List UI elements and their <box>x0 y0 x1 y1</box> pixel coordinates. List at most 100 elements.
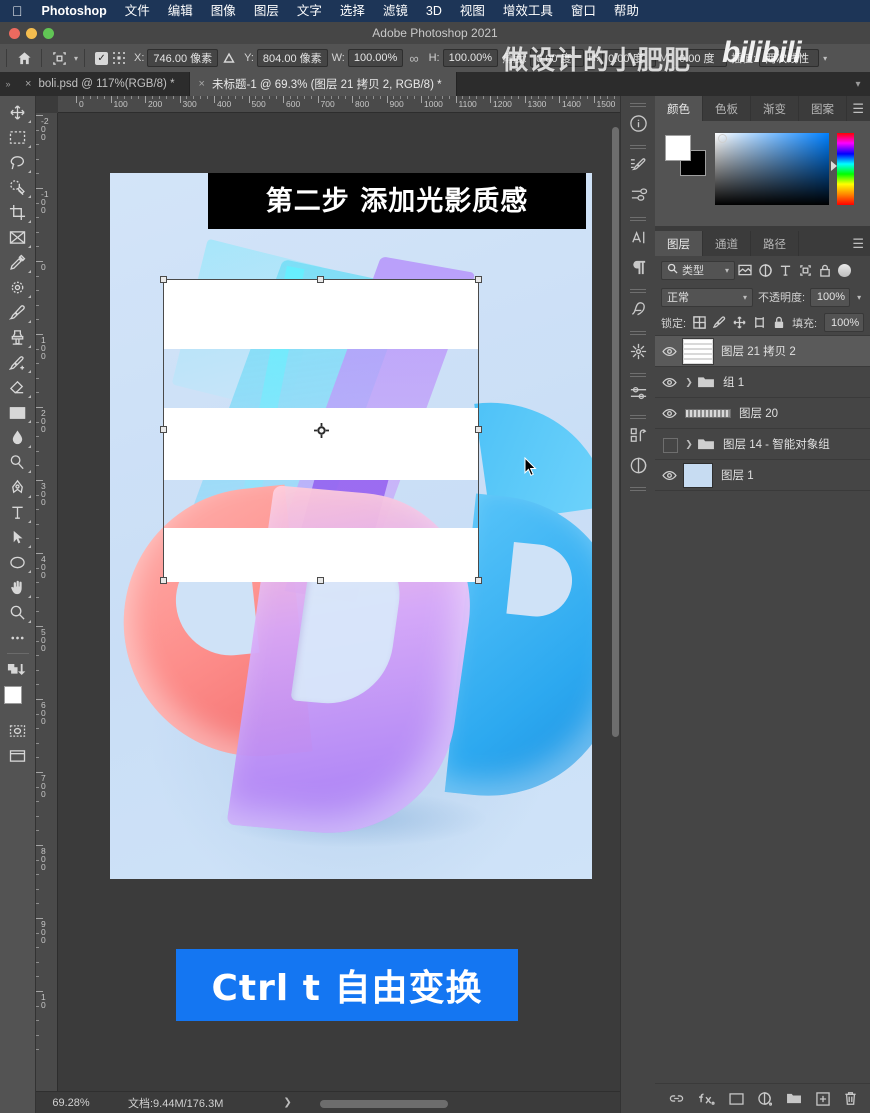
eyedropper-tool[interactable] <box>3 250 33 275</box>
layer-thumbnail[interactable] <box>683 462 713 488</box>
color-swatches[interactable] <box>3 686 33 718</box>
tab-gradients[interactable]: 渐变 <box>751 96 799 121</box>
close-icon[interactable]: × <box>199 78 205 90</box>
transform-handle-middle-right[interactable] <box>475 426 482 433</box>
filter-smartobject-icon[interactable] <box>815 260 835 280</box>
layer-visibility-toggle[interactable] <box>655 367 683 398</box>
tab-overflow-left-icon[interactable]: » <box>0 72 16 96</box>
properties-panel-icon[interactable] <box>622 450 655 480</box>
lock-artboard-nesting-icon[interactable] <box>753 316 766 329</box>
menu-item-view[interactable]: 视图 <box>451 0 494 22</box>
layer-thumbnail[interactable] <box>685 408 731 418</box>
brush-tool[interactable] <box>3 300 33 325</box>
tab-overflow-right-icon[interactable]: ▾ <box>846 72 870 96</box>
tab-paths[interactable]: 路径 <box>751 231 799 256</box>
foreground-color-swatch[interactable] <box>3 686 22 704</box>
interpolation-select[interactable]: 两次线性 <box>759 49 820 67</box>
panel-menu-icon[interactable]: ☰ <box>852 231 864 256</box>
table-row[interactable]: 图层 21 拷贝 2 <box>655 336 870 367</box>
new-fill-adjustment-layer-icon[interactable] <box>757 1091 772 1106</box>
swap-colors-icon[interactable] <box>3 657 33 682</box>
transform-handle-top-left[interactable] <box>160 276 167 283</box>
transform-handle-top-right[interactable] <box>475 276 482 283</box>
home-icon[interactable] <box>13 48 35 68</box>
chevron-right-icon[interactable]: ❯ <box>683 439 695 450</box>
transform-handle-top-center[interactable] <box>317 276 324 283</box>
edit-toolbar-tool[interactable] <box>3 625 33 650</box>
layer-thumbnail[interactable] <box>682 337 714 365</box>
brushes-panel-icon[interactable] <box>622 180 655 210</box>
delta-icon[interactable] <box>218 48 240 68</box>
zoom-level[interactable]: 69.28% <box>36 1097 106 1109</box>
filter-pixel-icon[interactable] <box>735 260 755 280</box>
vertical-ruler[interactable]: -200 -100 0 100 200 300 400 500 600 700 800 900 10 <box>36 113 58 1096</box>
rail-grip[interactable] <box>628 369 648 378</box>
scrollbar-thumb[interactable] <box>320 1100 448 1108</box>
canvas-viewport[interactable]: 第二步 添加光影质感 Ctrl t 自由变换 <box>58 113 620 1096</box>
menu-item-window[interactable]: 窗口 <box>562 0 605 22</box>
horizontal-type-tool[interactable] <box>3 500 33 525</box>
adjustments-panel-icon[interactable] <box>622 378 655 408</box>
layer-name[interactable]: 图层 14 - 智能对象组 <box>723 436 830 452</box>
transform-handle-middle-left[interactable] <box>160 426 167 433</box>
canvas-horizontal-scrollbar[interactable] <box>320 1100 616 1108</box>
layer-style-fx-icon[interactable] <box>698 1092 715 1106</box>
frame-tool[interactable] <box>3 225 33 250</box>
document-tab-untitled-1[interactable]: × 未标题-1 @ 69.3% (图层 21 拷贝 2, RGB/8) * <box>189 72 457 96</box>
link-layers-icon[interactable] <box>669 1093 684 1104</box>
chevron-right-icon[interactable]: ❯ <box>683 377 695 388</box>
lock-all-icon[interactable] <box>773 316 785 329</box>
actions-panel-icon[interactable] <box>622 420 655 450</box>
angle-input[interactable]: 0.00 度 <box>530 49 585 67</box>
filter-type-icon[interactable] <box>775 260 795 280</box>
info-panel-icon[interactable] <box>622 108 655 138</box>
rail-grip[interactable] <box>628 99 648 108</box>
menu-item-filter[interactable]: 滤镜 <box>374 0 417 22</box>
paragraph-panel-icon[interactable] <box>622 252 655 282</box>
dodge-tool[interactable] <box>3 450 33 475</box>
rail-grip[interactable] <box>628 483 648 492</box>
pen-tool[interactable] <box>3 475 33 500</box>
skew-h-input[interactable]: 0.00 度 <box>602 49 657 67</box>
interpolation-caret[interactable]: ▾ <box>823 54 827 63</box>
tab-swatches[interactable]: 色板 <box>703 96 751 121</box>
panel-menu-icon[interactable]: ☰ <box>852 96 864 121</box>
scrollbar-thumb[interactable] <box>612 127 619 737</box>
move-tool[interactable] <box>3 100 33 125</box>
close-button[interactable] <box>9 27 20 39</box>
rail-grip[interactable] <box>628 285 648 294</box>
add-layer-mask-icon[interactable] <box>728 1092 744 1105</box>
height-input[interactable]: 100.00% <box>442 49 499 67</box>
chevron-down-icon[interactable]: ▾ <box>743 293 747 302</box>
apple-icon[interactable]:  <box>0 4 33 18</box>
screen-mode-icon[interactable] <box>3 743 33 768</box>
rail-grip[interactable] <box>628 411 648 420</box>
menu-item-3d[interactable]: 3D <box>417 0 451 22</box>
crop-tool[interactable] <box>3 200 33 225</box>
blend-mode-select[interactable]: 正常 ▾ <box>661 287 753 307</box>
clone-stamp-tool[interactable] <box>3 325 33 350</box>
transform-center-point-icon[interactable] <box>313 422 329 438</box>
use-reference-point-checkbox[interactable]: ✓ <box>95 51 109 65</box>
tab-patterns[interactable]: 图案 <box>799 96 847 121</box>
filter-shape-icon[interactable] <box>795 260 815 280</box>
horizontal-ruler[interactable]: 0 100 200 300 400 500 600 700 800 900 1000 1100 1200… <box>58 96 620 113</box>
gradient-tool[interactable] <box>3 400 33 425</box>
hue-slider-marker[interactable] <box>831 161 837 171</box>
layer-name[interactable]: 图层 20 <box>739 405 778 421</box>
table-row[interactable]: 图层 1 <box>655 460 870 491</box>
color-panel-swatches[interactable] <box>665 135 707 177</box>
table-row[interactable]: ❯ 图层 14 - 智能对象组 <box>655 429 870 460</box>
eraser-tool[interactable] <box>3 375 33 400</box>
transform-handle-bottom-right[interactable] <box>475 577 482 584</box>
opacity-input[interactable]: 100% <box>810 287 851 307</box>
width-input[interactable]: 100.00% <box>347 49 404 67</box>
delete-layer-icon[interactable] <box>844 1091 857 1106</box>
layer-visibility-toggle[interactable] <box>655 429 683 460</box>
lasso-tool[interactable] <box>3 150 33 175</box>
layer-name[interactable]: 图层 1 <box>721 467 754 483</box>
lock-image-pixels-icon[interactable] <box>713 316 726 329</box>
layer-visibility-toggle[interactable] <box>655 336 683 367</box>
color-field-picker[interactable] <box>715 133 829 205</box>
color-picker-marker[interactable] <box>718 134 727 143</box>
